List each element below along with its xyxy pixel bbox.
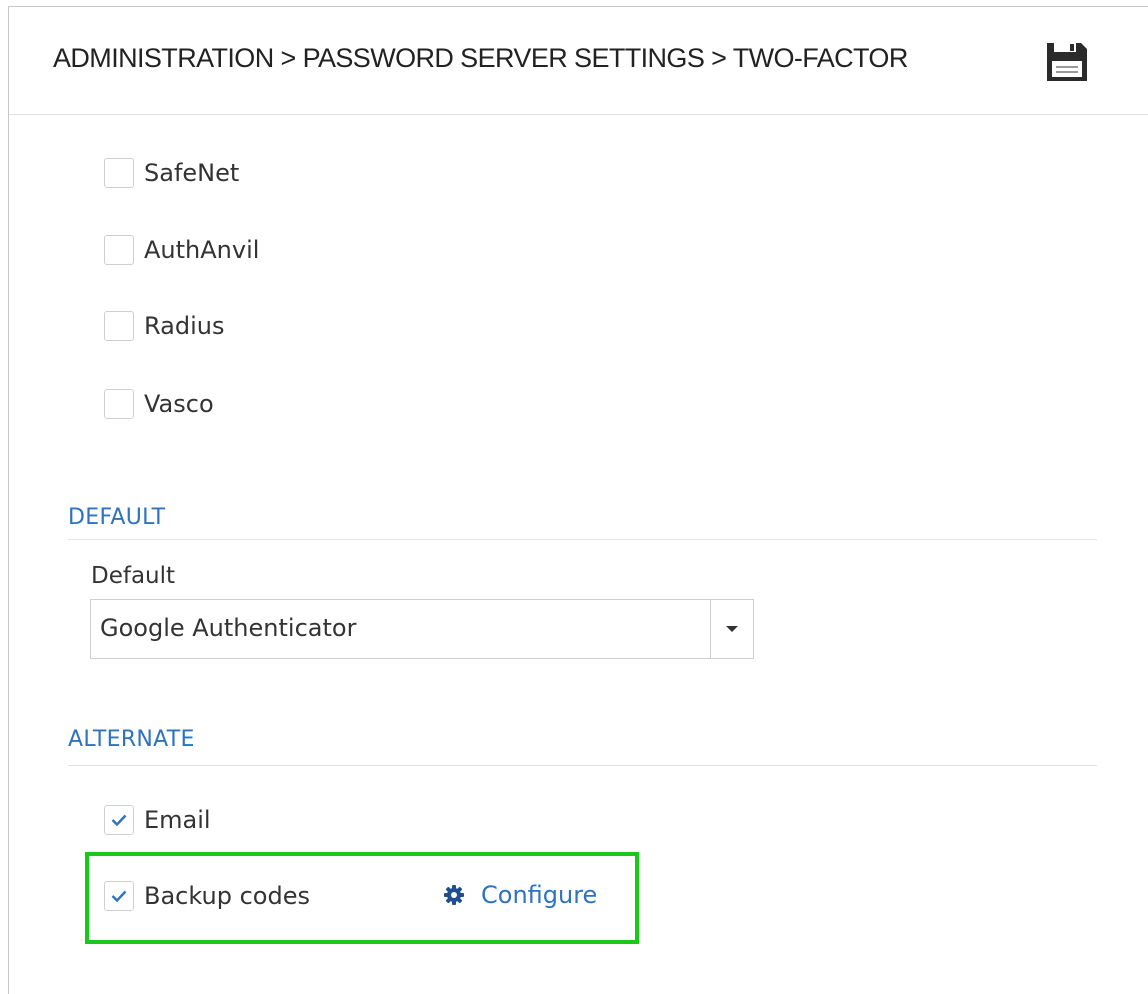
provider-label: SafeNet	[144, 159, 240, 187]
provider-item-safenet[interactable]: SafeNet	[104, 157, 239, 189]
configure-link[interactable]: Configure	[443, 881, 597, 909]
safenet-checkbox[interactable]	[104, 158, 134, 188]
provider-item-radius[interactable]: Radius	[104, 310, 224, 342]
alternate-label: Backup codes	[144, 882, 310, 910]
default-section-title: DEFAULT	[68, 505, 166, 530]
select-value: Google Authenticator	[100, 614, 357, 642]
provider-item-vasco[interactable]: Vasco	[104, 388, 214, 420]
provider-label: Radius	[144, 312, 225, 340]
select-toggle[interactable]	[711, 600, 753, 658]
alternate-item-email[interactable]: Email	[104, 804, 211, 836]
save-button[interactable]	[1045, 39, 1089, 83]
page-header: ADMINISTRATION > PASSWORD SERVER SETTING…	[9, 7, 1148, 115]
caret-down-icon	[726, 626, 738, 632]
email-checkbox[interactable]	[104, 805, 134, 835]
provider-item-authanvil[interactable]: AuthAnvil	[104, 234, 259, 266]
alternate-item-backup-codes[interactable]: Backup codes	[104, 880, 310, 912]
backup-codes-checkbox[interactable]	[104, 881, 134, 911]
default-method-select[interactable]: Google Authenticator	[90, 599, 754, 659]
default-field-label: Default	[91, 563, 176, 589]
provider-label: Vasco	[144, 390, 214, 418]
checkmark-icon	[111, 890, 127, 902]
checkmark-icon	[111, 814, 127, 826]
save-icon	[1047, 43, 1087, 81]
settings-panel: ADMINISTRATION > PASSWORD SERVER SETTING…	[8, 6, 1148, 994]
gear-icon	[444, 885, 464, 905]
vasco-checkbox[interactable]	[104, 389, 134, 419]
section-divider	[68, 539, 1097, 540]
radius-checkbox[interactable]	[104, 311, 134, 341]
configure-label: Configure	[481, 881, 598, 909]
breadcrumb: ADMINISTRATION > PASSWORD SERVER SETTING…	[53, 43, 908, 73]
authanvil-checkbox[interactable]	[104, 235, 134, 265]
alternate-section-title: ALTERNATE	[68, 727, 195, 752]
alternate-label: Email	[144, 806, 211, 834]
section-divider	[68, 765, 1097, 766]
provider-label: AuthAnvil	[144, 236, 260, 264]
